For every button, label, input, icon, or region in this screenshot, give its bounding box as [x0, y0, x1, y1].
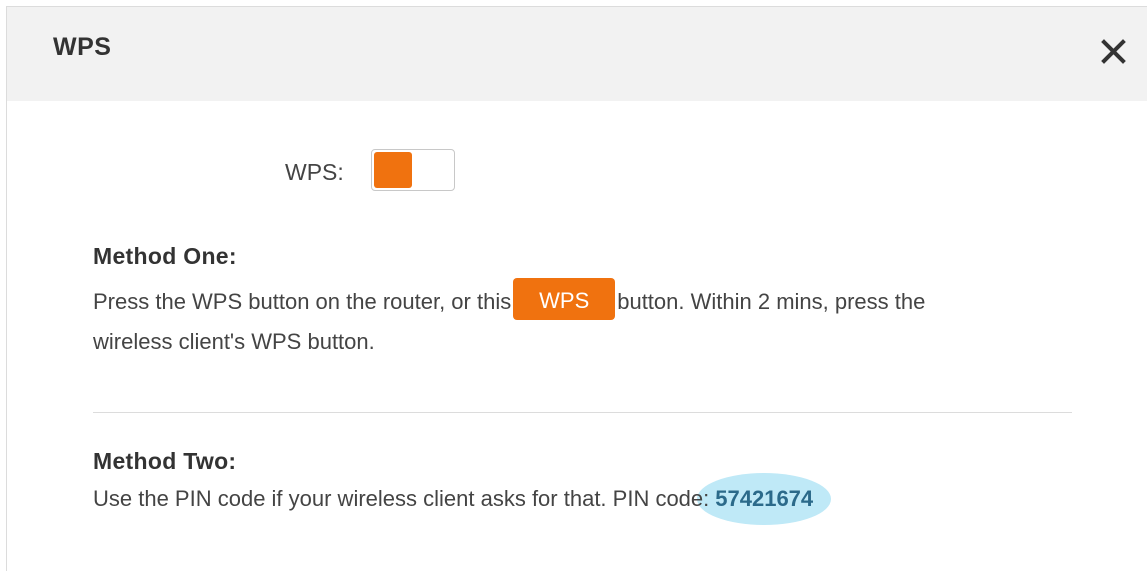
close-icon[interactable]	[1099, 37, 1129, 67]
method-two-line: Use the PIN code if your wireless client…	[93, 473, 1147, 525]
method-two-text: Use the PIN code if your wireless client…	[93, 486, 710, 511]
method-one-line1: Press the WPS button on the router, or t…	[93, 278, 926, 320]
dialog-title: WPS	[53, 33, 112, 61]
wps-push-button[interactable]: WPS	[513, 278, 616, 320]
pin-code: 57421674	[697, 473, 832, 525]
section-divider	[93, 412, 1072, 413]
wps-toggle-label: WPS:	[285, 159, 344, 185]
wps-toggle-switch[interactable]	[371, 149, 455, 191]
toggle-knob	[414, 152, 452, 188]
method-two-heading: Method Two:	[93, 448, 237, 474]
wps-dialog: WPS WPS: Method One: Press the WPS butto…	[6, 6, 1147, 571]
dialog-header: WPS	[7, 7, 1147, 101]
method-one-text-before: Press the WPS button on the router, or t…	[93, 288, 512, 314]
method-one-heading: Method One:	[93, 243, 237, 269]
method-one-line2: wireless client's WPS button.	[93, 329, 375, 354]
toggle-on-indicator	[374, 152, 412, 188]
method-one-text-after: button. Within 2 mins, press the	[617, 288, 926, 314]
